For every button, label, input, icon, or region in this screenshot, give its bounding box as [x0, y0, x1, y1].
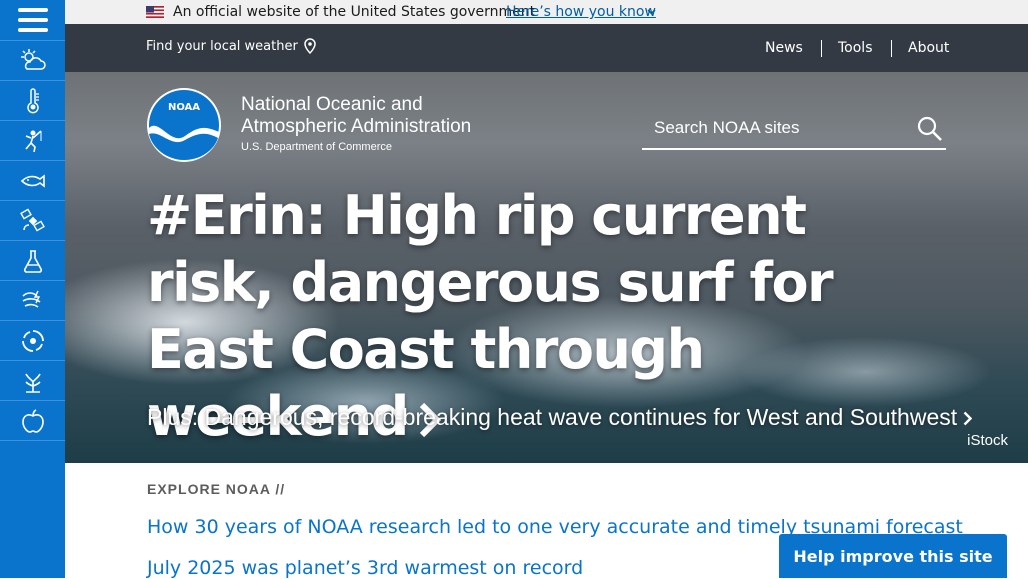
hero-subhead: Plus: Dangerous, record-breaking heat wa… — [147, 404, 958, 430]
org-name: National Oceanic and Atmospheric Adminis… — [241, 94, 541, 138]
org-department: U.S. Department of Commerce — [241, 141, 392, 153]
fishing-icon — [24, 129, 42, 152]
sidebar-item-health[interactable] — [0, 401, 65, 441]
storm-icon — [21, 290, 40, 308]
org-name-line1: National Oceanic and — [241, 94, 423, 115]
search-icon[interactable] — [916, 115, 944, 143]
search-box — [642, 108, 946, 150]
location-pin-icon[interactable] — [304, 38, 316, 54]
menu-icon — [17, 8, 48, 32]
nav-news[interactable]: News — [765, 40, 803, 56]
gov-banner-text: An official website of the United States… — [173, 4, 536, 20]
apple-icon — [21, 408, 44, 433]
fish-icon — [20, 173, 45, 188]
sidebar-item-ocean-coasts[interactable] — [0, 121, 65, 161]
nav-separator — [821, 40, 822, 57]
sidebar-item-coral[interactable] — [0, 361, 65, 401]
explore-label: EXPLORE NOAA // — [147, 481, 286, 497]
nav-about[interactable]: About — [908, 40, 949, 56]
menu-button[interactable] — [0, 0, 65, 41]
noaa-logo[interactable]: NOAA — [147, 88, 221, 162]
local-weather-link[interactable]: Find your local weather — [146, 39, 298, 54]
hero-banner: NOAA National Oceanic and Atmospheric Ad… — [65, 72, 1028, 463]
story-link[interactable]: July 2025 was planet’s 3rd warmest on re… — [147, 557, 583, 579]
hero-subhead-link[interactable]: Plus: Dangerous, record-breaking heat wa… — [147, 404, 973, 431]
sidebar-item-climate[interactable] — [0, 81, 65, 121]
coral-icon — [24, 373, 41, 393]
nav-tools[interactable]: Tools — [838, 40, 873, 56]
sidebar-item-fisheries[interactable] — [0, 161, 65, 201]
sidebar-item-storms[interactable] — [0, 281, 65, 321]
top-nav: Find your local weather News Tools About — [65, 24, 1028, 72]
sidebar-item-research[interactable] — [0, 241, 65, 281]
gov-banner-link[interactable]: Here’s how you know — [506, 4, 656, 20]
science-icon — [23, 249, 42, 273]
sidebar-item-weather[interactable] — [0, 41, 65, 81]
hurricane-icon — [21, 329, 44, 352]
chevron-down-icon[interactable] — [647, 9, 656, 15]
temperature-icon — [26, 87, 39, 113]
image-credit: iStock — [967, 432, 1008, 449]
sidebar-item-hurricanes[interactable] — [0, 321, 65, 361]
org-name-line2: Atmospheric Administration — [241, 116, 472, 137]
chevron-right-icon — [963, 412, 973, 426]
weather-icon — [20, 48, 46, 70]
gov-banner: An official website of the United States… — [65, 0, 1028, 24]
feedback-button[interactable]: Help improve this site — [779, 534, 1007, 578]
satellite-icon — [19, 207, 45, 232]
logo-text: NOAA — [168, 102, 200, 113]
search-input[interactable] — [652, 114, 906, 142]
sidebar — [0, 0, 65, 578]
us-flag-icon — [146, 6, 164, 18]
sidebar-item-satellites[interactable] — [0, 201, 65, 241]
nav-separator — [891, 40, 892, 57]
